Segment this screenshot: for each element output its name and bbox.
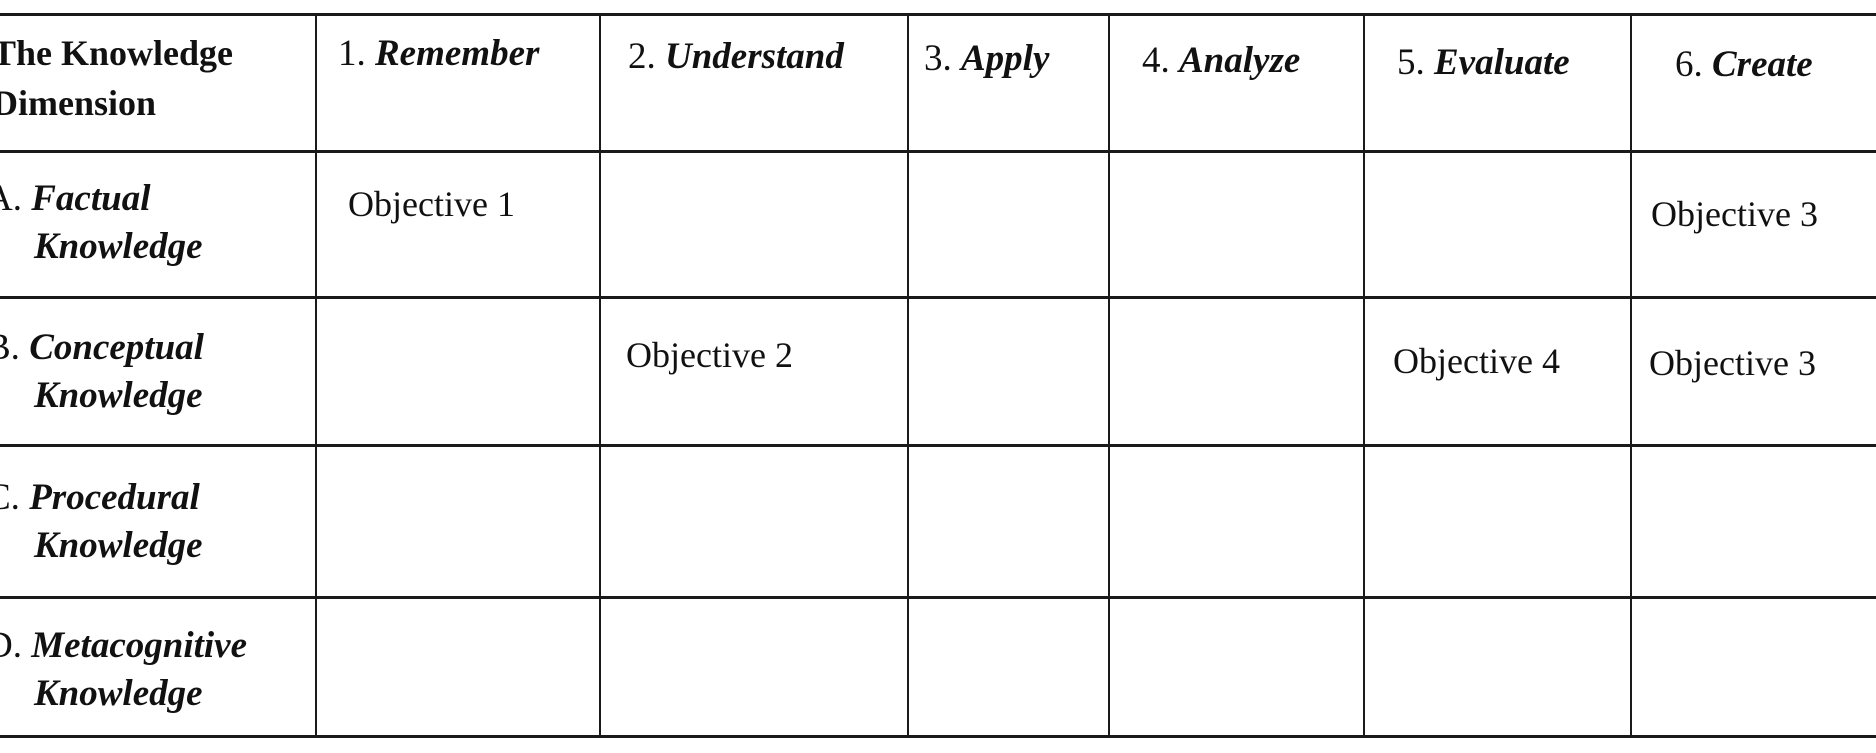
column-number: 4. [1142, 40, 1170, 81]
row-letter: A. [0, 178, 22, 219]
column-divider [907, 13, 909, 738]
column-divider [599, 13, 601, 738]
column-divider [1363, 13, 1365, 738]
cell-factual-remember: Objective 1 [348, 184, 515, 224]
column-divider [1108, 13, 1110, 738]
row-name-line-2: Knowledge [34, 375, 203, 416]
taxonomy-table: The Knowledge Dimension 1. Remember 2. U… [0, 0, 1876, 753]
column-number: 5. [1397, 42, 1425, 83]
row-letter: C. [0, 477, 20, 518]
cell-conceptual-understand: Objective 2 [626, 335, 793, 375]
cell-conceptual-create: Objective 3 [1649, 343, 1816, 383]
corner-header-line-1: The Knowledge [0, 33, 234, 73]
row-header-conceptual: B. Conceptual Knowledge [0, 324, 204, 420]
column-name: Understand [665, 36, 844, 77]
header-divider [0, 150, 1876, 153]
column-name: Create [1712, 44, 1813, 85]
cell-conceptual-evaluate: Objective 4 [1393, 341, 1560, 381]
corner-header-line-2: Dimension [0, 83, 157, 123]
row-header-factual: A. Factual Knowledge [0, 175, 203, 271]
row-name: Conceptual [29, 327, 204, 368]
row-header-metacognitive: D. Metacognitive Knowledge [0, 622, 247, 718]
column-header-create: 6. Create [1675, 41, 1813, 89]
row-name: Factual [31, 178, 151, 219]
column-divider [315, 13, 317, 738]
row-divider [0, 444, 1876, 447]
table-border-top [0, 13, 1876, 16]
column-header-evaluate: 5. Evaluate [1397, 39, 1570, 87]
column-number: 3. [924, 38, 952, 79]
column-header-apply: 3. Apply [924, 35, 1049, 83]
row-name: Metacognitive [31, 625, 248, 666]
column-name: Apply [961, 38, 1050, 79]
table-border-bottom [0, 735, 1876, 738]
column-number: 2. [628, 36, 656, 77]
column-header-analyze: 4. Analyze [1142, 37, 1300, 85]
column-header-understand: 2. Understand [628, 33, 844, 81]
row-name-line-2: Knowledge [34, 226, 203, 267]
corner-header: The Knowledge Dimension [0, 28, 312, 128]
row-divider [0, 596, 1876, 599]
column-name: Evaluate [1434, 42, 1570, 83]
row-letter: B. [0, 327, 20, 368]
row-name: Procedural [29, 477, 200, 518]
column-number: 1. [338, 33, 366, 74]
column-divider [1630, 13, 1632, 738]
row-name-line-2: Knowledge [34, 525, 203, 566]
column-number: 6. [1675, 44, 1703, 85]
row-header-procedural: C. Procedural Knowledge [0, 474, 203, 570]
column-name: Remember [375, 33, 540, 74]
row-divider [0, 296, 1876, 299]
row-letter: D. [0, 625, 22, 666]
column-name: Analyze [1179, 40, 1301, 81]
row-name-line-2: Knowledge [34, 673, 203, 714]
column-header-remember: 1. Remember [338, 30, 539, 78]
cell-factual-create: Objective 3 [1651, 194, 1818, 234]
